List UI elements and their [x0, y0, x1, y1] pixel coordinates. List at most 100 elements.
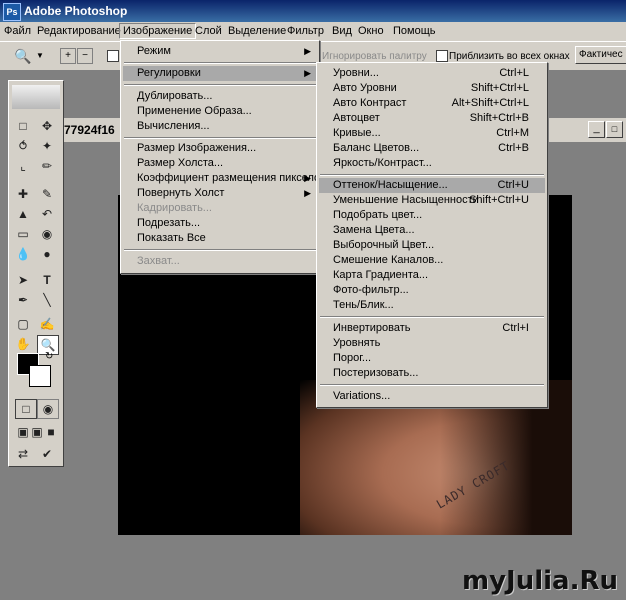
menu-item-match-color[interactable]: Подобрать цвет...: [319, 208, 545, 223]
menu-item-levels[interactable]: Уровни... Ctrl+L: [319, 66, 545, 81]
menu-item-auto-contrast[interactable]: Авто Контраст Alt+Shift+Ctrl+L: [319, 96, 545, 111]
menu-item-pixel-aspect-ratio[interactable]: Коэффициент размещения пикселов ▶: [123, 171, 326, 186]
submenu-arrow-icon: ▶: [304, 188, 311, 198]
menu-item-mode[interactable]: Режим ▶: [123, 44, 317, 59]
menu-item-apply-image[interactable]: Применение Образа...: [123, 104, 317, 119]
ignore-palettes-label: Игнорировать палитру: [322, 51, 427, 62]
zoom-all-windows-checkbox[interactable]: [436, 50, 448, 62]
eraser-tool-icon[interactable]: ▭: [13, 225, 33, 243]
quick-mask-mode-icon[interactable]: ◉: [37, 399, 59, 419]
swap-colors-icon[interactable]: ↻: [45, 351, 53, 362]
notes-tool-icon[interactable]: ▢: [13, 315, 33, 333]
hand-tool-icon[interactable]: ✋: [13, 335, 33, 353]
menu-item-hue-saturation[interactable]: Оттенок/Насыщение... Ctrl+U: [319, 178, 545, 193]
menu-separator: [320, 174, 544, 176]
menu-item-shadow-highlight[interactable]: Тень/Блик...: [319, 298, 545, 313]
document-title: 77924f16: [64, 123, 115, 137]
minimize-icon[interactable]: _: [588, 121, 605, 138]
jump-to-imageready-icon[interactable]: ⇄: [13, 445, 33, 463]
menu-bar: Файл Редактирование Изображение Слой Выд…: [0, 22, 626, 42]
imageready-icon[interactable]: ✔: [37, 445, 57, 463]
menu-item-channel-mixer[interactable]: Смешение Каналов...: [319, 253, 545, 268]
menu-item-selective-color[interactable]: Выборочный Цвет...: [319, 238, 545, 253]
resize-windows-checkbox[interactable]: [107, 50, 119, 62]
menu-item-gradient-map[interactable]: Карта Градиента...: [319, 268, 545, 283]
magic-wand-tool-icon[interactable]: ✦: [37, 137, 57, 155]
submenu-arrow-icon: ▶: [304, 68, 311, 78]
submenu-arrow-icon: ▶: [304, 173, 311, 183]
menu-item-equalize[interactable]: Уровнять: [319, 336, 545, 351]
paint-bucket-tool-icon[interactable]: ◉: [37, 225, 57, 243]
menu-item-desaturate[interactable]: Уменьшение Насыщенности Shift+Ctrl+U: [319, 193, 545, 208]
menu-separator: [124, 84, 316, 86]
menu-item-brightness-contrast[interactable]: Яркость/Контраст...: [319, 156, 545, 171]
menu-item-variations[interactable]: Variations...: [319, 389, 545, 404]
zoom-in-icon[interactable]: +: [60, 48, 76, 64]
line-tool-icon[interactable]: ╲: [37, 291, 57, 309]
menu-item-auto-levels[interactable]: Авто Уровни Shift+Ctrl+L: [319, 81, 545, 96]
feather-logo-icon[interactable]: [12, 85, 60, 109]
toolbox: □ ✥ ⥀ ✦ ⌞ ✏ ✚ ✎ ▲ ↶ ▭ ◉ 💧 ● ➤ T ✒ ╲ ▢ ✍ …: [8, 80, 64, 467]
background-color-swatch[interactable]: [29, 365, 51, 387]
menu-filter[interactable]: Фильтр: [287, 25, 324, 37]
menu-item-calculations[interactable]: Вычисления...: [123, 119, 317, 134]
menu-item-auto-color[interactable]: Автоцвет Shift+Ctrl+B: [319, 111, 545, 126]
menu-item-photo-filter[interactable]: Фото-фильтр...: [319, 283, 545, 298]
menu-separator: [124, 62, 316, 64]
watermark: myJulia.Ru: [462, 566, 618, 596]
menu-layer[interactable]: Слой: [195, 25, 222, 37]
menu-item-trim[interactable]: Подрезать...: [123, 216, 317, 231]
menu-item-threshold[interactable]: Порог...: [319, 351, 545, 366]
lasso-tool-icon[interactable]: ⥀: [13, 137, 33, 155]
menu-select[interactable]: Выделение: [228, 25, 286, 37]
menu-item-posterize[interactable]: Постеризовать...: [319, 366, 545, 381]
menu-item-replace-color[interactable]: Замена Цвета...: [319, 223, 545, 238]
maximize-icon[interactable]: □: [606, 121, 623, 138]
actual-pixels-button[interactable]: Фактичес: [575, 46, 626, 64]
menu-item-color-balance[interactable]: Баланс Цветов... Ctrl+B: [319, 141, 545, 156]
slice-tool-icon[interactable]: ✏: [37, 157, 57, 175]
menu-item-rotate-canvas[interactable]: Повернуть Холст ▶: [123, 186, 317, 201]
menu-item-reveal-all[interactable]: Показать Все: [123, 231, 317, 246]
history-brush-tool-icon[interactable]: ↶: [37, 205, 57, 223]
menu-item-curves[interactable]: Кривые... Ctrl+M: [319, 126, 545, 141]
menu-window[interactable]: Окно: [358, 25, 384, 37]
crop-tool-icon[interactable]: ⌞: [13, 157, 33, 175]
menu-file[interactable]: Файл: [4, 25, 31, 37]
menu-item-invert[interactable]: Инвертировать Ctrl+I: [319, 321, 545, 336]
healing-brush-tool-icon[interactable]: ✚: [13, 185, 33, 203]
pen-tool-icon[interactable]: ✒: [13, 291, 33, 309]
menu-separator: [320, 316, 544, 318]
adjustments-submenu: Уровни... Ctrl+L Авто Уровни Shift+Ctrl+L …: [316, 62, 548, 408]
submenu-arrow-icon: ▶: [304, 46, 311, 56]
zoom-tool-icon[interactable]: 🔍: [14, 48, 31, 65]
menu-image[interactable]: Изображение: [119, 23, 197, 39]
menu-item-duplicate[interactable]: Дублировать...: [123, 89, 317, 104]
menu-help[interactable]: Помощь: [393, 25, 436, 37]
marquee-tool-icon[interactable]: □: [13, 117, 33, 135]
image-menu: Режим ▶ Регулировки ▶ Дублировать... Приме…: [120, 40, 326, 274]
menu-item-trap: Захват...: [137, 255, 180, 267]
brush-tool-icon[interactable]: ✎: [37, 185, 57, 203]
screen-mode-full-icon[interactable]: ■: [41, 423, 61, 441]
menu-item-canvas-size[interactable]: Размер Холста...: [123, 156, 317, 171]
menu-separator: [124, 137, 316, 139]
menu-view[interactable]: Вид: [332, 25, 352, 37]
menu-separator: [124, 249, 316, 251]
zoom-all-windows-label: Приблизить во всех окнах: [449, 51, 570, 62]
menu-item-image-size[interactable]: Размер Изображения...: [123, 141, 317, 156]
standard-mode-icon[interactable]: □: [15, 399, 37, 419]
menu-edit[interactable]: Редактирование: [37, 25, 121, 37]
photoshop-app-icon: Ps: [3, 3, 21, 21]
eyedropper-tool-icon[interactable]: ✍: [37, 315, 57, 333]
clone-stamp-tool-icon[interactable]: ▲: [13, 205, 33, 223]
type-tool-icon[interactable]: T: [37, 271, 57, 289]
path-selection-tool-icon[interactable]: ➤: [13, 271, 33, 289]
dodge-tool-icon[interactable]: ●: [37, 245, 57, 263]
blur-tool-icon[interactable]: 💧: [13, 245, 33, 263]
menu-separator: [320, 384, 544, 386]
menu-item-adjustments[interactable]: Регулировки ▶: [123, 66, 317, 81]
chevron-down-icon[interactable]: ▼: [36, 51, 44, 60]
zoom-out-icon[interactable]: −: [77, 48, 93, 64]
move-tool-icon[interactable]: ✥: [37, 117, 57, 135]
